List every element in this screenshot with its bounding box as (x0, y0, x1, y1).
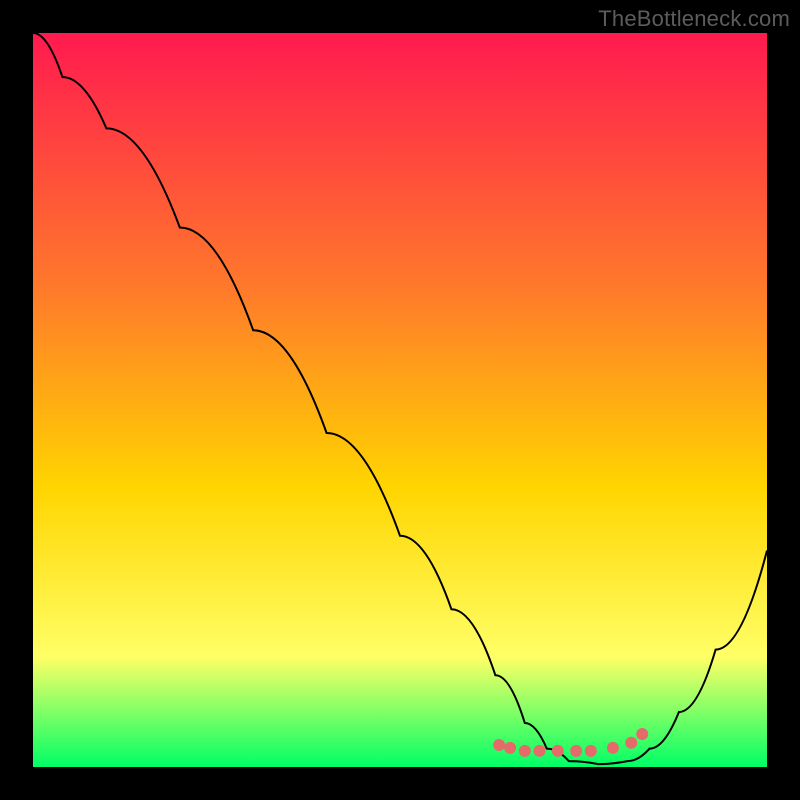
watermark-text: TheBottleneck.com (598, 6, 790, 32)
chart-svg (33, 33, 767, 767)
marker-dot (607, 742, 619, 754)
plot-area (33, 33, 767, 767)
marker-dot (570, 745, 582, 757)
marker-dot (636, 728, 648, 740)
gradient-background (33, 33, 767, 767)
chart-container: TheBottleneck.com (0, 0, 800, 800)
marker-dot (552, 745, 564, 757)
marker-dot (585, 745, 597, 757)
marker-dot (519, 745, 531, 757)
marker-dot (493, 739, 505, 751)
marker-dot (625, 737, 637, 749)
marker-dot (534, 745, 546, 757)
marker-dot (504, 742, 516, 754)
